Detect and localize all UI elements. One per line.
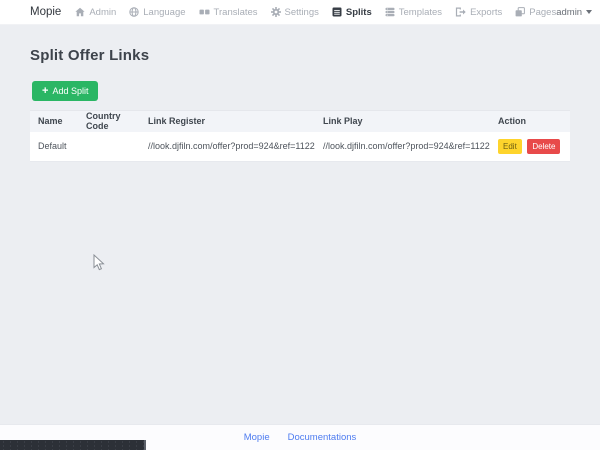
nav-item-label: Translates [214, 7, 258, 18]
stack-icon [385, 7, 395, 17]
nav-item-label: Settings [285, 7, 319, 18]
nav-item-label: Admin [89, 7, 116, 18]
nav-item-splits[interactable]: Splits [332, 7, 372, 18]
brand-logo[interactable]: Mopie [30, 6, 61, 18]
user-dropdown[interactable]: admin [556, 7, 592, 18]
add-split-button-label: Add Split [52, 86, 88, 96]
page-title: Split Offer Links [30, 47, 600, 64]
nav-item-label: Splits [346, 7, 372, 18]
chevron-down-icon [586, 10, 592, 14]
splits-table: Name Country Code Link Register Link Pla… [30, 110, 570, 162]
column-header-action: Action [490, 111, 570, 132]
cell-country-code [78, 132, 140, 162]
cell-link-register: //look.djfiln.com/offer?prod=924&ref=112… [140, 132, 315, 162]
table-row: Default //look.djfiln.com/offer?prod=924… [30, 132, 570, 162]
footer-link-documentations[interactable]: Documentations [288, 432, 357, 443]
globe-icon [129, 7, 139, 17]
plus-icon: + [42, 86, 48, 97]
nav-item-label: Language [143, 7, 185, 18]
column-header-link-play: Link Play [315, 111, 490, 132]
export-icon [455, 7, 466, 17]
nav-item-templates[interactable]: Templates [385, 7, 442, 18]
column-header-link-register: Link Register [140, 111, 315, 132]
delete-button[interactable]: Delete [527, 139, 560, 154]
cell-actions: Edit Delete [490, 132, 570, 162]
nav-item-exports[interactable]: Exports [455, 7, 502, 18]
list-icon [332, 7, 342, 17]
nav-item-translates[interactable]: Translates [199, 7, 258, 18]
add-split-button[interactable]: + Add Split [32, 81, 98, 101]
nav-item-admin[interactable]: Admin [75, 7, 116, 18]
top-navbar: Mopie Admin Language Translates [0, 0, 600, 25]
edit-button[interactable]: Edit [498, 139, 522, 154]
table-header: Name Country Code Link Register Link Pla… [30, 111, 570, 132]
column-header-country-code: Country Code [78, 111, 140, 132]
nav-menu: Admin Language Translates [75, 7, 556, 18]
footer-link-mopie[interactable]: Mopie [244, 432, 270, 443]
gear-icon [271, 7, 281, 17]
nav-item-language[interactable]: Language [129, 7, 185, 18]
nav-item-label: Pages [529, 7, 556, 18]
user-dropdown-label: admin [556, 7, 582, 18]
nav-item-settings[interactable]: Settings [271, 7, 319, 18]
copy-icon [515, 7, 525, 17]
home-icon [75, 7, 85, 17]
main-content: Split Offer Links + Add Split Name Count… [0, 26, 600, 424]
nav-item-label: Templates [399, 7, 442, 18]
nav-item-label: Exports [470, 7, 502, 18]
column-header-name: Name [30, 111, 78, 132]
cell-name: Default [30, 132, 78, 162]
cell-link-play: //look.djfiln.com/offer?prod=924&ref=112… [315, 132, 490, 162]
taskbar-fragment [0, 440, 146, 450]
nav-item-pages[interactable]: Pages [515, 7, 556, 18]
cards-icon [199, 7, 210, 17]
